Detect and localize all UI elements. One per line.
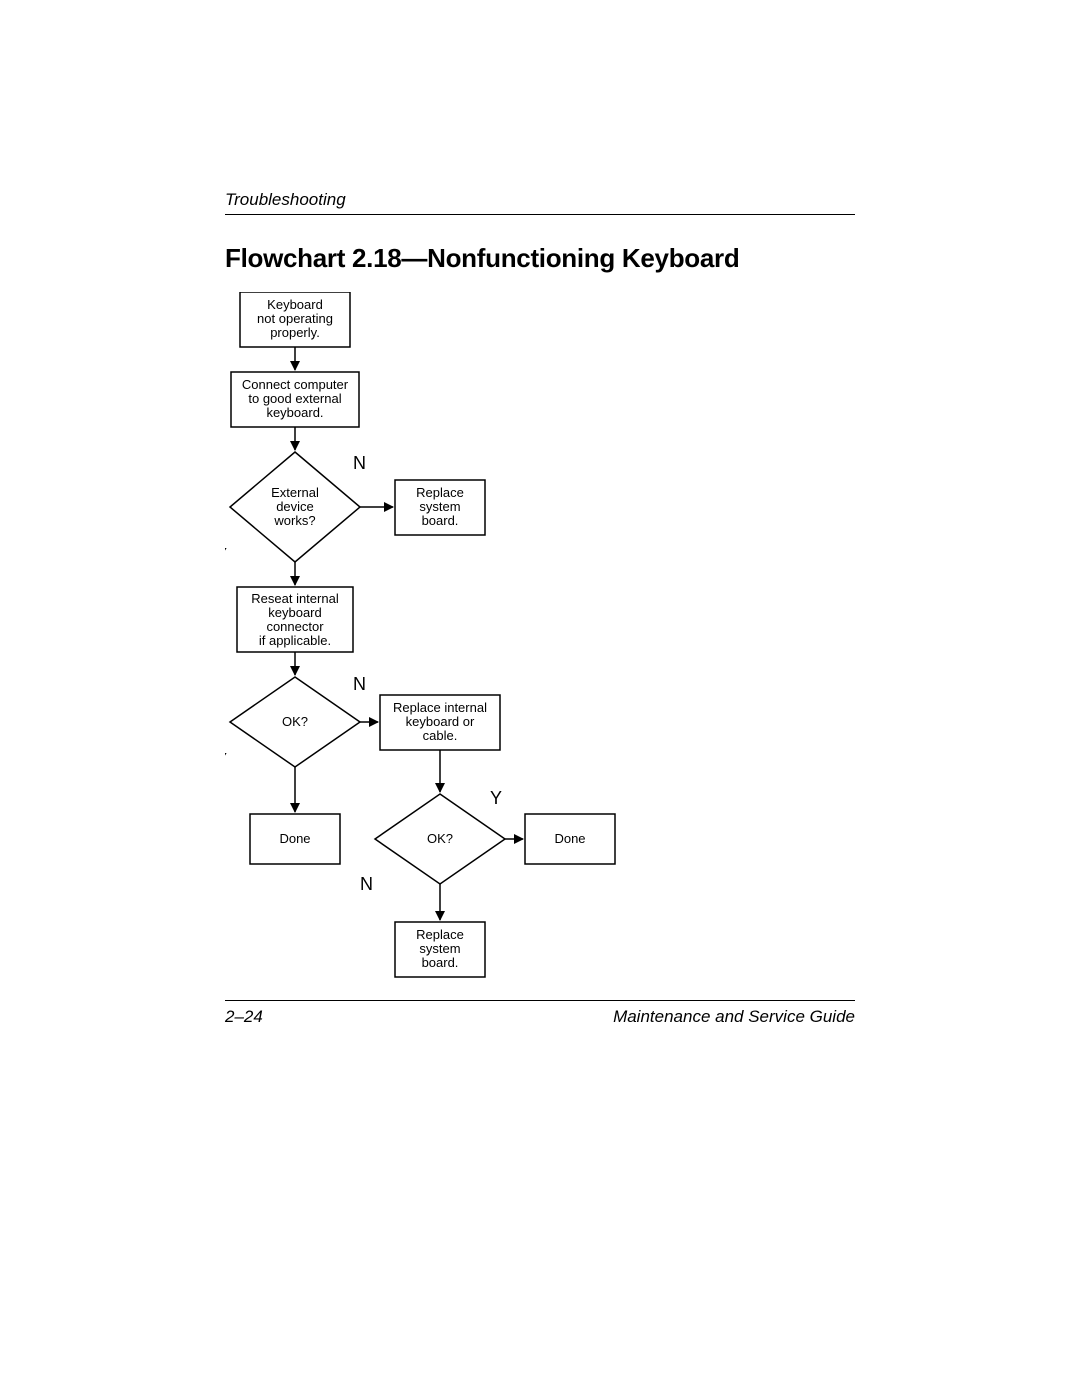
svg-text:Replace: Replace <box>416 927 464 942</box>
svg-text:Keyboard: Keyboard <box>267 297 323 312</box>
svg-text:if applicable.: if applicable. <box>259 633 331 648</box>
node-rsb1: Replace system board. <box>395 480 485 535</box>
node-done2: Done <box>525 814 615 864</box>
page-title: Flowchart 2.18—Nonfunctioning Keyboard <box>225 243 855 274</box>
svg-text:OK?: OK? <box>427 831 453 846</box>
svg-text:Replace internal: Replace internal <box>393 700 487 715</box>
node-ok2: OK? <box>375 794 505 884</box>
footer-rule <box>225 1000 855 1001</box>
svg-text:system: system <box>419 941 460 956</box>
label-ok2-y: Y <box>490 788 502 808</box>
label-extdev-y: Y <box>225 545 227 565</box>
svg-text:Done: Done <box>279 831 310 846</box>
page: Troubleshooting Flowchart 2.18—Nonfuncti… <box>0 0 1080 1397</box>
node-repkb: Replace internal keyboard or cable. <box>380 695 500 750</box>
svg-text:connector: connector <box>266 619 324 634</box>
svg-text:Replace: Replace <box>416 485 464 500</box>
svg-text:keyboard or: keyboard or <box>406 714 475 729</box>
header-rule <box>225 214 855 215</box>
svg-text:system: system <box>419 499 460 514</box>
svg-text:board.: board. <box>422 513 459 528</box>
footer-page: 2–24 <box>225 1007 263 1027</box>
label-ok1-n: N <box>353 674 366 694</box>
svg-text:Reseat internal: Reseat internal <box>251 591 339 606</box>
svg-text:keyboard.: keyboard. <box>266 405 323 420</box>
label-ok1-y: Y <box>225 750 227 770</box>
footer-doc: Maintenance and Service Guide <box>613 1007 855 1027</box>
svg-text:to good external: to good external <box>248 391 341 406</box>
svg-text:OK?: OK? <box>282 714 308 729</box>
node-reseat: Reseat internal keyboard connector if ap… <box>237 587 353 652</box>
svg-text:keyboard: keyboard <box>268 605 321 620</box>
svg-text:not operating: not operating <box>257 311 333 326</box>
svg-text:device: device <box>276 499 314 514</box>
node-connect: Connect computer to good external keyboa… <box>231 372 359 427</box>
flowchart-svg: Keyboard not operating properly. Connect… <box>225 292 855 1032</box>
svg-text:Done: Done <box>554 831 585 846</box>
svg-text:properly.: properly. <box>270 325 320 340</box>
footer: 2–24 Maintenance and Service Guide <box>225 1000 855 1027</box>
node-done1: Done <box>250 814 340 864</box>
svg-text:works?: works? <box>273 513 315 528</box>
svg-text:cable.: cable. <box>423 728 458 743</box>
content-area: Troubleshooting Flowchart 2.18—Nonfuncti… <box>225 190 855 1037</box>
node-extdev: External device works? <box>230 452 360 562</box>
svg-text:Connect computer: Connect computer <box>242 377 349 392</box>
label-extdev-n: N <box>353 453 366 473</box>
node-start: Keyboard not operating properly. <box>240 292 350 347</box>
label-ok2-n: N <box>360 874 373 894</box>
svg-text:board.: board. <box>422 955 459 970</box>
svg-text:External: External <box>271 485 319 500</box>
node-ok1: OK? <box>230 677 360 767</box>
node-rsb2: Replace system board. <box>395 922 485 977</box>
header-section: Troubleshooting <box>225 190 855 210</box>
